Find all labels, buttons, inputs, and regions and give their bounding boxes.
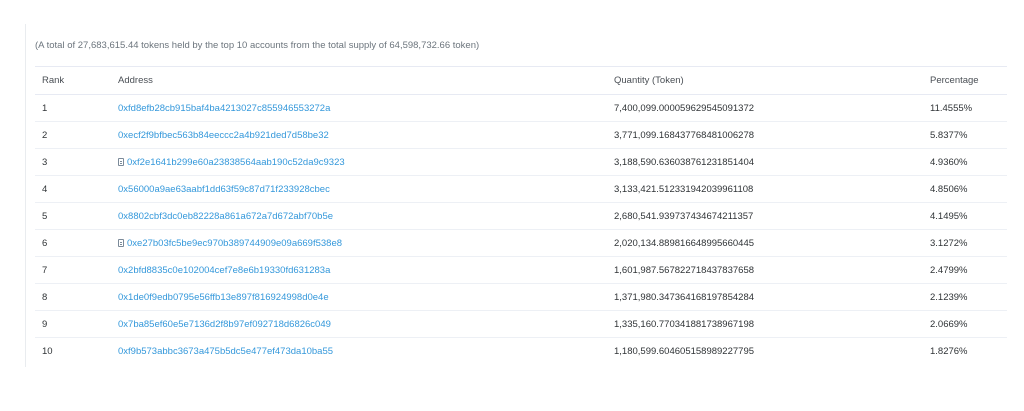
address-cell: 0xe27b03fc5be9ec970b389744909e09a669f538…	[111, 230, 607, 257]
percentage-cell: 2.0669%	[930, 318, 968, 330]
quantity-cell: 7,400,099.000059629545091372	[614, 102, 755, 114]
rank-cell: 4	[42, 183, 48, 195]
percentage-cell: 4.8506%	[930, 183, 968, 195]
table-row: 3 0xf2e1641b299e60a23838564aab190c52da9c9…	[35, 149, 1007, 176]
quantity-cell: 3,771,099.168437768481006278	[614, 129, 755, 141]
quantity-cell: 2,680,541.939737434674211357	[614, 210, 754, 222]
address-cell: 0x8802cbf3dc0eb82228a861a672a7d672abf70b…	[111, 203, 607, 230]
rank-cell: 6	[42, 237, 48, 249]
percentage-cell: 4.1495%	[930, 210, 968, 222]
quantity-cell: 1,371,980.347364168197854284	[614, 291, 755, 303]
table-row: 4 0x56000a9ae63aabf1dd63f59c87d71f233928c…	[35, 176, 1007, 203]
holder-address-link[interactable]: 0x1de0f9edb0795e56ffb13e897f816924998d0e…	[118, 292, 329, 303]
quantity-cell: 1,335,160.770341881738967198	[614, 318, 755, 330]
address-cell: 0x7ba85ef60e5e7136d2f8b97ef092718d6826c0…	[111, 311, 607, 338]
token-holders-panel: (A total of 27,683,615.44 tokens held by…	[25, 24, 1007, 367]
address-cell: 0xf2e1641b299e60a23838564aab190c52da9c93…	[111, 149, 607, 176]
holder-address-link[interactable]: 0xecf2f9bfbec563b84eeccc2a4b921ded7d58be…	[118, 130, 329, 141]
quantity-cell: 3,188,590.636038761231851404	[614, 156, 755, 168]
quantity-cell: 1,180,599.604605158989227795	[614, 345, 755, 357]
quantity-cell: 3,133,421.512331942039961108	[614, 183, 754, 195]
column-header-rank: Rank	[42, 75, 65, 86]
column-header-address: Address	[118, 75, 153, 86]
table-row: 1 0xfd8efb28cb915baf4ba4213027c8559465532…	[35, 95, 1007, 122]
holder-address-link[interactable]: 0xf9b573abbc3673a475b5dc5e477ef473da10ba…	[118, 346, 333, 357]
quantity-cell: 2,020,134.889816648995660445	[614, 237, 755, 249]
rank-cell: 5	[42, 210, 48, 222]
rank-cell: 10	[42, 345, 53, 357]
holder-address-link[interactable]: 0x56000a9ae63aabf1dd63f59c87d71f233928cb…	[118, 184, 330, 195]
holder-address-link[interactable]: 0xfd8efb28cb915baf4ba4213027c85594655327…	[118, 103, 330, 114]
column-header-quantity: Quantity (Token)	[614, 75, 684, 86]
percentage-cell: 11.4555%	[930, 102, 973, 114]
table-row: 7 0x2bfd8835c0e102004cef7e8e6b19330fd6312…	[35, 257, 1007, 284]
holders-table: Rank Address Quantity (Token) Percentage…	[35, 66, 1007, 365]
table-header-row: Rank Address Quantity (Token) Percentage	[35, 66, 1007, 95]
holder-address-link[interactable]: 0xf2e1641b299e60a23838564aab190c52da9c93…	[127, 157, 345, 168]
address-cell: 0x2bfd8835c0e102004cef7e8e6b19330fd63128…	[111, 257, 607, 284]
holders-summary: (A total of 27,683,615.44 tokens held by…	[35, 40, 480, 51]
holder-address-link[interactable]: 0x7ba85ef60e5e7136d2f8b97ef092718d6826c0…	[118, 319, 331, 330]
rank-cell: 1	[42, 102, 48, 114]
table-row: 5 0x8802cbf3dc0eb82228a861a672a7d672abf70…	[35, 203, 1007, 230]
table-row: 8 0x1de0f9edb0795e56ffb13e897f816924998d0…	[35, 284, 1007, 311]
rank-cell: 3	[42, 156, 48, 168]
percentage-cell: 2.1239%	[930, 291, 968, 303]
holder-address-link[interactable]: 0x8802cbf3dc0eb82228a861a672a7d672abf70b…	[118, 211, 333, 222]
table-row: 6 0xe27b03fc5be9ec970b389744909e09a669f53…	[35, 230, 1007, 257]
percentage-cell: 1.8276%	[930, 345, 968, 357]
address-cell: 0x1de0f9edb0795e56ffb13e897f816924998d0e…	[111, 284, 607, 311]
holder-address-link[interactable]: 0x2bfd8835c0e102004cef7e8e6b19330fd63128…	[118, 265, 330, 276]
rank-cell: 9	[42, 318, 48, 330]
table-row: 10 0xf9b573abbc3673a475b5dc5e477ef473da10…	[35, 338, 1007, 365]
column-header-percentage: Percentage	[930, 75, 979, 86]
table-row: 2 0xecf2f9bfbec563b84eeccc2a4b921ded7d58b…	[35, 122, 1007, 149]
contract-document-icon	[118, 157, 124, 166]
percentage-cell: 4.9360%	[930, 156, 968, 168]
address-cell: 0xf9b573abbc3673a475b5dc5e477ef473da10ba…	[111, 338, 607, 365]
address-cell: 0xfd8efb28cb915baf4ba4213027c85594655327…	[111, 95, 607, 122]
rank-cell: 7	[42, 264, 48, 276]
rank-cell: 2	[42, 129, 48, 141]
percentage-cell: 5.8377%	[930, 129, 968, 141]
contract-document-icon	[118, 238, 124, 247]
rank-cell: 8	[42, 291, 48, 303]
percentage-cell: 3.1272%	[930, 237, 968, 249]
percentage-cell: 2.4799%	[930, 264, 968, 276]
holder-address-link[interactable]: 0xe27b03fc5be9ec970b389744909e09a669f538…	[127, 238, 342, 249]
address-cell: 0xecf2f9bfbec563b84eeccc2a4b921ded7d58be…	[111, 122, 607, 149]
address-cell: 0x56000a9ae63aabf1dd63f59c87d71f233928cb…	[111, 176, 607, 203]
table-row: 9 0x7ba85ef60e5e7136d2f8b97ef092718d6826c…	[35, 311, 1007, 338]
quantity-cell: 1,601,987.567822718437837658	[614, 264, 755, 276]
